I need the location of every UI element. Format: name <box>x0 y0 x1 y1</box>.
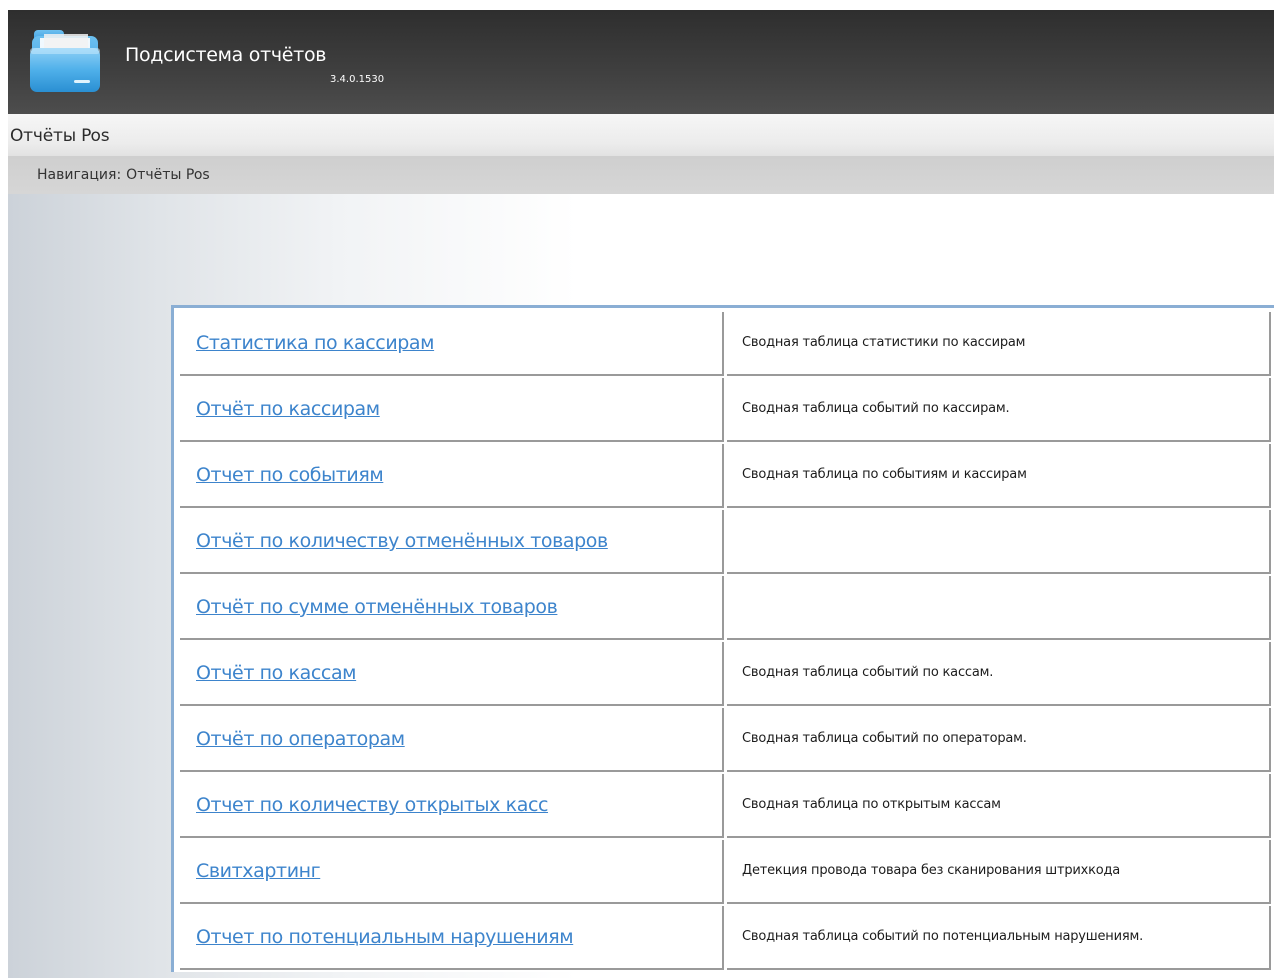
page: Подсистема отчётов 3.4.0.1530 Отчёты Pos… <box>0 0 1274 978</box>
table-row: Свитхартинг Детекция провода товара без … <box>180 840 1274 906</box>
report-name-cell: Отчёт по сумме отменённых товаров <box>180 576 724 640</box>
report-link-cashiers[interactable]: Отчёт по кассирам <box>196 398 380 420</box>
report-description-cell: Сводная таблица событий по кассирам. <box>727 378 1271 442</box>
report-description: Сводная таблица событий по операторам. <box>742 731 1027 746</box>
table-row: Отчёт по кассирам Сводная таблица событи… <box>180 378 1274 444</box>
report-description-cell: Сводная таблица событий по операторам. <box>727 708 1271 772</box>
report-description: Детекция провода товара без сканирования… <box>742 863 1121 878</box>
app-title: Подсистема отчётов <box>125 44 327 66</box>
report-name-cell: Отчет по событиям <box>180 444 724 508</box>
report-description-cell: Сводная таблица событий по потенциальным… <box>727 906 1271 970</box>
table-row: Отчёт по сумме отменённых товаров <box>180 576 1274 642</box>
report-name-cell: Отчёт по количеству отменённых товаров <box>180 510 724 574</box>
report-link-events[interactable]: Отчет по событиям <box>196 464 384 486</box>
table-row: Отчет по количеству открытых касс Сводна… <box>180 774 1274 840</box>
content-area: Статистика по кассирам Сводная таблица с… <box>8 194 1274 978</box>
table-row: Отчёт по кассам Сводная таблица событий … <box>180 642 1274 708</box>
table-row: Отчёт по количеству отменённых товаров <box>180 510 1274 576</box>
report-description: Сводная таблица по открытым кассам <box>742 797 1001 812</box>
report-link-operators[interactable]: Отчёт по операторам <box>196 728 405 750</box>
breadcrumb-current: Отчёты Pos <box>126 167 210 183</box>
table-row: Отчёт по операторам Сводная таблица собы… <box>180 708 1274 774</box>
app-version: 3.4.0.1530 <box>330 74 385 85</box>
app-header: Подсистема отчётов 3.4.0.1530 <box>8 10 1274 114</box>
app-frame: Подсистема отчётов 3.4.0.1530 Отчёты Pos… <box>8 10 1274 978</box>
report-name-cell: Отчёт по операторам <box>180 708 724 772</box>
report-description-cell: Детекция провода товара без сканирования… <box>727 840 1271 904</box>
section-title: Отчёты Pos <box>10 126 110 146</box>
report-link-cancelled-items-count[interactable]: Отчёт по количеству отменённых товаров <box>196 530 608 552</box>
breadcrumb-label: Навигация: <box>37 167 122 183</box>
report-link-potential-violations[interactable]: Отчет по потенциальным нарушениям <box>196 926 574 948</box>
table-row: Отчет по событиям Сводная таблица по соб… <box>180 444 1274 510</box>
report-description: Сводная таблица событий по кассирам. <box>742 401 1010 416</box>
table-row: Статистика по кассирам Сводная таблица с… <box>180 312 1274 378</box>
report-description: Сводная таблица по событиям и кассирам <box>742 467 1027 482</box>
report-name-cell: Свитхартинг <box>180 840 724 904</box>
report-link-cashier-statistics[interactable]: Статистика по кассирам <box>196 332 435 354</box>
report-description-cell: Сводная таблица по событиям и кассирам <box>727 444 1271 508</box>
report-name-cell: Отчет по количеству открытых касс <box>180 774 724 838</box>
report-description-cell: Сводная таблица по открытым кассам <box>727 774 1271 838</box>
report-name-cell: Отчёт по кассам <box>180 642 724 706</box>
report-link-open-registers-count[interactable]: Отчет по количеству открытых касс <box>196 794 548 816</box>
report-link-registers[interactable]: Отчёт по кассам <box>196 662 357 684</box>
table-row: Отчет по потенциальным нарушениям Сводна… <box>180 906 1274 972</box>
report-description-cell <box>727 510 1271 574</box>
reports-table: Статистика по кассирам Сводная таблица с… <box>171 305 1274 972</box>
folder-icon <box>30 30 100 92</box>
section-bar: Отчёты Pos <box>8 114 1274 157</box>
report-link-cancelled-items-sum[interactable]: Отчёт по сумме отменённых товаров <box>196 596 558 618</box>
breadcrumb-text: Навигация: Отчёты Pos <box>37 167 210 183</box>
report-name-cell: Отчет по потенциальным нарушениям <box>180 906 724 970</box>
report-description-cell <box>727 576 1271 640</box>
report-description-cell: Сводная таблица событий по кассам. <box>727 642 1271 706</box>
report-link-sweethearting[interactable]: Свитхартинг <box>196 860 321 882</box>
report-description-cell: Сводная таблица статистики по кассирам <box>727 312 1271 376</box>
report-name-cell: Статистика по кассирам <box>180 312 724 376</box>
report-name-cell: Отчёт по кассирам <box>180 378 724 442</box>
report-description: Сводная таблица событий по кассам. <box>742 665 994 680</box>
report-description: Сводная таблица событий по потенциальным… <box>742 929 1144 944</box>
report-description: Сводная таблица статистики по кассирам <box>742 335 1026 350</box>
breadcrumb: Навигация: Отчёты Pos <box>8 157 1274 194</box>
